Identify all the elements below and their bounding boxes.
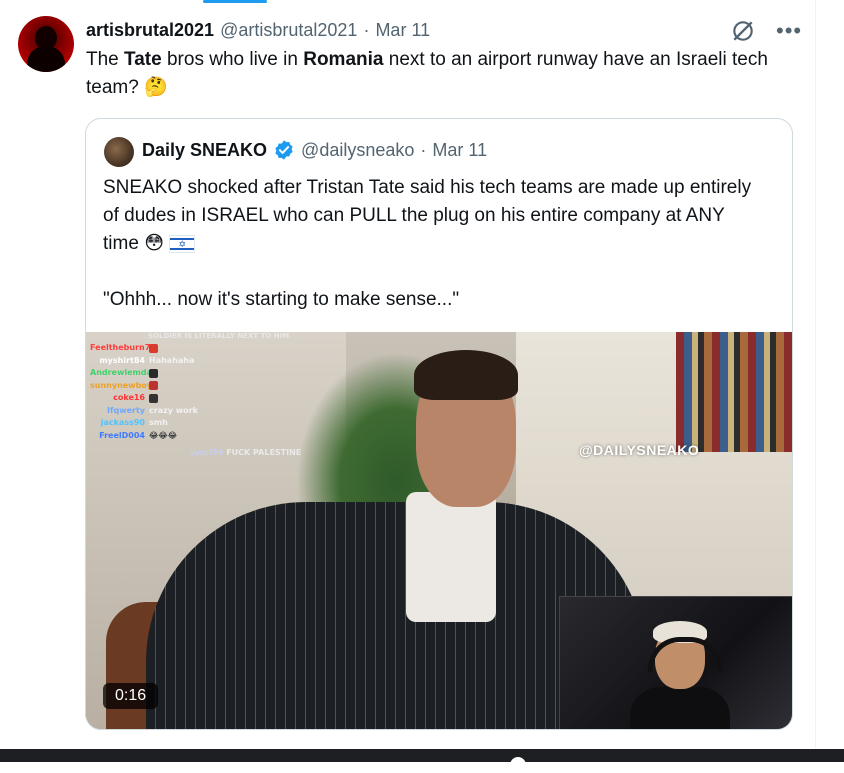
chat-emotes-icon: 😂😂😂	[149, 430, 178, 440]
quote-author-handle[interactable]: @dailysneako	[301, 140, 414, 161]
quote-paragraph-1: SNEAKO shocked after Tristan Tate said h…	[103, 174, 763, 258]
tweet-text-part: bros who live in	[161, 49, 304, 70]
verified-badge-icon	[275, 140, 293, 160]
chat-last-msg: FUCK PALESTINE	[226, 448, 302, 457]
chat-user: FreelD004	[99, 430, 145, 440]
avatar-body-shape	[27, 46, 65, 72]
chat-row: myshirt84 Hahahaha	[90, 355, 300, 368]
quote-separator: ·	[420, 139, 427, 160]
chat-msg: smh	[149, 418, 168, 427]
chat-last-row: yuss786 FUCK PALESTINE	[190, 447, 301, 460]
author-avatar[interactable]	[18, 16, 74, 72]
tweet-date[interactable]: Mar 11	[375, 20, 430, 41]
israel-flag-icon: ✡	[169, 235, 196, 253]
author-name[interactable]: artisbrutal2021	[86, 20, 214, 41]
chat-emote-icon	[149, 381, 158, 391]
taskbar-app-icon[interactable]	[510, 757, 526, 773]
quote-header: Daily SNEAKO @dailysneako · Mar 11	[142, 139, 487, 161]
quote-author-avatar[interactable]	[104, 137, 134, 167]
chat-row: coke16	[90, 392, 300, 405]
grok-icon[interactable]	[730, 18, 756, 44]
tweet-text-bold-romania: Romania	[303, 49, 384, 70]
tweet-text: The Tate bros who live in Romania next t…	[86, 46, 806, 102]
video-watermark: @DAILYSNEAKO	[579, 442, 700, 458]
chat-user: Feeltheburn77	[90, 343, 156, 352]
column-divider	[815, 0, 816, 762]
quote-body: SNEAKO shocked after Tristan Tate said h…	[103, 177, 752, 255]
video-books	[676, 332, 792, 452]
tab-indicator	[203, 0, 267, 3]
chat-row: sunnynewboy	[90, 380, 300, 393]
more-icon[interactable]: •••	[776, 20, 802, 42]
quote-date[interactable]: Mar 11	[432, 140, 487, 161]
header-separator: ·	[363, 20, 370, 40]
chat-row: Ifqwerty crazy work	[90, 405, 300, 418]
chat-user: coke16	[113, 393, 145, 402]
chat-row: jackass90 smh	[90, 417, 300, 430]
chat-emote-icon	[149, 343, 158, 353]
quote-text: SNEAKO shocked after Tristan Tate said h…	[103, 174, 763, 314]
chat-top-message: SOLDIER IS LITERALLY NEXT TO HIM	[148, 332, 290, 340]
quote-author-name[interactable]: Daily SNEAKO	[142, 140, 267, 161]
chat-row: Andrewlemdas	[90, 367, 300, 380]
chat-user: myshirt84	[99, 355, 145, 365]
chat-last-user: yuss786	[190, 448, 224, 457]
chat-emote-icon	[149, 368, 158, 378]
quoted-tweet[interactable]: Daily SNEAKO @dailysneako · Mar 11 SNEAK…	[85, 118, 793, 730]
thinking-emoji-icon: 🤔	[144, 77, 168, 98]
video-time-badge: 0:16	[103, 683, 159, 709]
video-player[interactable]: SOLDIER IS LITERALLY NEXT TO HIM Feelthe…	[86, 332, 792, 729]
quote-paragraph-2: "Ohhh... now it's starting to make sense…	[103, 289, 460, 311]
chat-user: Andrewlemdas	[90, 368, 157, 377]
chat-msg: Hahahaha	[149, 355, 195, 365]
stream-chat-overlay: SOLDIER IS LITERALLY NEXT TO HIM Feelthe…	[90, 332, 301, 457]
chat-user: jackass90	[100, 418, 145, 427]
flushed-emoji-icon: 😳	[144, 233, 164, 254]
author-handle[interactable]: @artisbrutal2021	[220, 20, 357, 41]
video-person-shirt	[406, 492, 496, 622]
chat-user: sunnynewboy	[90, 380, 153, 390]
bottom-taskbar	[0, 749, 844, 762]
tweet-header: artisbrutal2021 @artisbrutal2021 · Mar 1…	[86, 20, 430, 41]
streamer-body	[630, 687, 730, 729]
tweet-text-part: The	[86, 49, 125, 70]
chat-user: Ifqwerty	[107, 405, 145, 415]
chat-row: FreelD004 😂😂😂	[90, 430, 300, 443]
chat-emote-icon	[149, 393, 158, 403]
video-person-hair	[414, 350, 518, 400]
chat-row: Feeltheburn77	[90, 342, 300, 355]
tweet-text-bold-tate: Tate	[124, 49, 162, 70]
chat-msg: crazy work	[149, 405, 198, 415]
tweet-actions: •••	[730, 18, 802, 44]
streamer-webcam	[559, 596, 792, 729]
